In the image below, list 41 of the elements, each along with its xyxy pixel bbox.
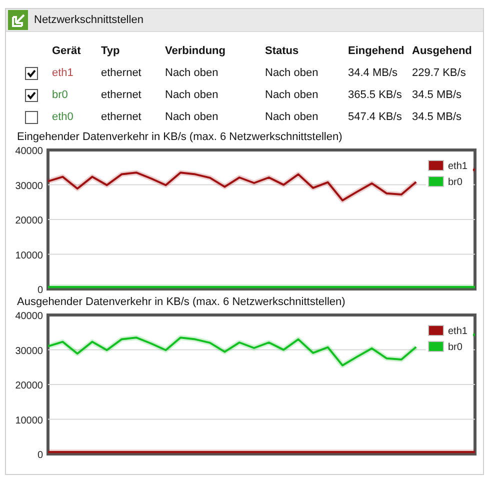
legend-label: eth1	[448, 161, 468, 172]
table-cell-text: Nach oben	[265, 89, 320, 101]
column-header: Verbindung	[165, 45, 226, 57]
table-cell-text: 229.7 KB/s	[412, 67, 467, 79]
device-name: eth1	[52, 67, 74, 79]
table-cell-text: ethernet	[101, 89, 142, 101]
table-cell-text: 34.4 MB/s	[348, 67, 399, 79]
column-header: Status	[265, 45, 300, 57]
axis-tick-label: 0	[37, 285, 43, 293]
axis-tick-label: 0	[37, 450, 43, 458]
column-header: Ausgehend	[412, 45, 473, 57]
table-cell-text: Nach oben	[165, 89, 220, 101]
table-cell-text: 34.5 MB/s	[412, 89, 463, 101]
table-cell-text: Nach oben	[165, 111, 220, 123]
table-cell-text: 34.5 MB/s	[412, 111, 463, 123]
table-cell-text: Nach oben	[165, 67, 220, 79]
table-cell-text: Nach oben	[265, 67, 320, 79]
axis-tick-label: 30000	[15, 180, 43, 192]
axis-tick-label: 20000	[15, 380, 43, 392]
axis-tick-label: 30000	[15, 346, 43, 357]
axis-tick-label: 10000	[15, 415, 43, 426]
legend-label: br0	[448, 177, 462, 188]
table-cell-text: ethernet	[101, 111, 142, 123]
panel-title: Netzwerkschnittstellen	[34, 14, 144, 26]
column-header: Eingehend	[348, 45, 406, 57]
axis-tick-label: 40000	[15, 146, 43, 157]
legend-label: br0	[448, 342, 462, 353]
table-cell-text: 365.5 KB/s	[348, 89, 403, 101]
column-header: Gerät	[52, 45, 82, 57]
chart-title: Eingehender Datenverkehr in KB/s (max. 6 Netzwerkschnittstellen)	[17, 131, 344, 143]
column-header: Typ	[101, 45, 121, 57]
device-name: eth0	[52, 111, 74, 123]
axis-tick-label: 40000	[15, 311, 43, 322]
table-cell-text: 547.4 KB/s	[348, 111, 403, 123]
axis-tick-label: 20000	[15, 216, 43, 226]
chart-title: Ausgehender Datenverkehr in KB/s (max. 6 Netzwerkschnittstellen)	[17, 296, 346, 308]
legend-label: eth1	[448, 326, 468, 337]
table-cell-text: Nach oben	[265, 111, 320, 123]
axis-tick-label: 10000	[15, 250, 43, 262]
device-name: br0	[52, 89, 69, 101]
table-cell-text: ethernet	[101, 67, 142, 79]
